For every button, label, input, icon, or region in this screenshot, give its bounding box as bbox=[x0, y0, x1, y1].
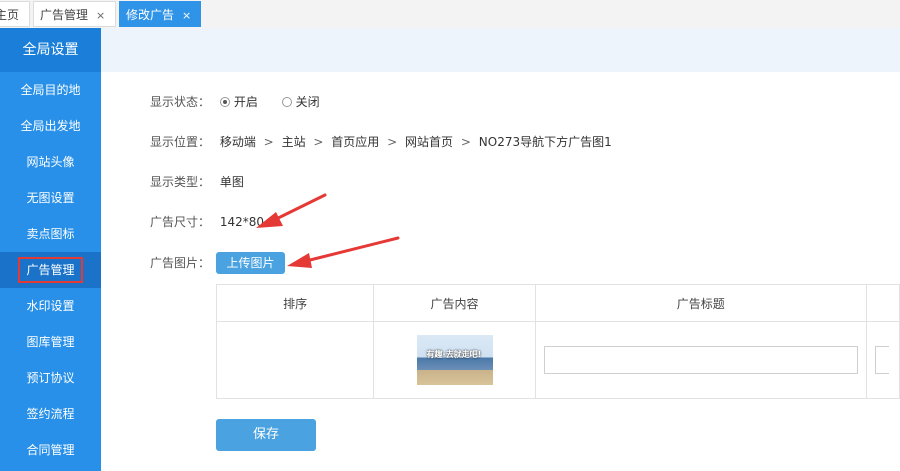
ad-title-input[interactable] bbox=[543, 346, 858, 374]
content-header-band bbox=[101, 28, 900, 72]
sidebar-item-label: 广告管理 bbox=[18, 257, 83, 283]
sidebar-item-label: 全局出发地 bbox=[20, 119, 81, 133]
sidebar-item-contract-management[interactable]: 合同管理 bbox=[0, 432, 101, 468]
tab-label: 修改广告 bbox=[126, 8, 175, 22]
column-header-extra bbox=[865, 284, 900, 322]
image-label: 广告图片： bbox=[150, 256, 211, 270]
close-icon[interactable]: × bbox=[96, 9, 105, 22]
sidebar-item-label: 水印设置 bbox=[26, 299, 75, 313]
extra-cell bbox=[865, 321, 900, 399]
sidebar-item-ad-management[interactable]: 广告管理 bbox=[0, 252, 101, 288]
chevron-right-icon: > bbox=[313, 135, 324, 149]
size-row: 广告尺寸： 142*80 bbox=[150, 212, 264, 232]
status-label: 显示状态： bbox=[150, 95, 211, 109]
sidebar-item-watermark[interactable]: 水印设置 bbox=[0, 288, 101, 324]
tab-home[interactable]: 主页 bbox=[0, 1, 30, 27]
sidebar-item-label: 合同管理 bbox=[26, 443, 75, 457]
position-crumb: 网站首页 bbox=[405, 135, 454, 149]
chevron-right-icon: > bbox=[263, 135, 274, 149]
status-on-text: 开启 bbox=[233, 95, 258, 109]
sidebar-item-global-departure[interactable]: 全局出发地 bbox=[0, 108, 101, 144]
column-header-sort: 排序 bbox=[215, 284, 375, 322]
table-header-row: 排序 广告内容 广告标题 bbox=[215, 284, 900, 322]
sort-cell bbox=[215, 321, 375, 399]
status-option-on[interactable]: 开启 bbox=[219, 95, 258, 109]
sidebar: 全局设置 全局目的地 全局出发地 网站头像 无图设置 卖点图标 广告管理 水印设… bbox=[0, 28, 101, 471]
position-crumb: 主站 bbox=[281, 135, 306, 149]
column-header-content: 广告内容 bbox=[373, 284, 536, 322]
sidebar-item-label: 全局目的地 bbox=[20, 83, 81, 97]
status-row: 显示状态： 开启 关闭 bbox=[150, 92, 340, 112]
sidebar-item-gallery[interactable]: 图库管理 bbox=[0, 324, 101, 360]
arrow-icon-upload bbox=[287, 236, 400, 268]
position-crumb: 首页应用 bbox=[331, 135, 380, 149]
tab-bar: 主页 广告管理 × 修改广告 × bbox=[0, 0, 900, 29]
radio-checked-icon[interactable] bbox=[219, 97, 230, 107]
status-off-text: 关闭 bbox=[295, 95, 320, 109]
column-header-title: 广告标题 bbox=[534, 284, 867, 322]
thumbnail-caption: 有趣·去就走吧! bbox=[426, 350, 482, 359]
sidebar-header: 全局设置 bbox=[0, 28, 101, 72]
extra-input[interactable] bbox=[874, 346, 889, 374]
sidebar-item-label: 无图设置 bbox=[26, 191, 75, 205]
sidebar-item-booking-agreement[interactable]: 预订协议 bbox=[0, 360, 101, 396]
status-option-off[interactable]: 关闭 bbox=[281, 95, 320, 109]
sidebar-item-label: 卖点图标 bbox=[26, 227, 75, 241]
close-icon[interactable]: × bbox=[182, 9, 191, 22]
tab-edit-ad[interactable]: 修改广告 × bbox=[119, 1, 201, 27]
tab-label: 广告管理 bbox=[40, 8, 89, 22]
ad-thumbnail[interactable]: 有趣·去就走吧! bbox=[416, 335, 493, 385]
tab-ad-management[interactable]: 广告管理 × bbox=[33, 1, 116, 27]
sidebar-item-label: 图库管理 bbox=[26, 335, 75, 349]
size-label: 广告尺寸： bbox=[150, 215, 211, 229]
upload-image-button[interactable]: 上传图片 bbox=[216, 252, 285, 274]
tab-label: 主页 bbox=[0, 8, 20, 22]
arrow-icon-size bbox=[256, 193, 327, 228]
sidebar-item-label: 预订协议 bbox=[26, 371, 75, 385]
content-cell: 有趣·去就走吧! bbox=[373, 321, 536, 399]
title-cell bbox=[534, 321, 867, 399]
size-value: 142*80 bbox=[219, 215, 265, 229]
position-crumb: NO273导航下方广告图1 bbox=[478, 135, 612, 149]
type-label: 显示类型： bbox=[150, 175, 211, 189]
position-row: 显示位置： 移动端 > 主站 > 首页应用 > 网站首页 > NO273导航下方… bbox=[150, 132, 612, 152]
sidebar-item-signing-process[interactable]: 签约流程 bbox=[0, 396, 101, 432]
position-crumb: 移动端 bbox=[219, 135, 256, 149]
sidebar-item-label: 网站头像 bbox=[26, 155, 75, 169]
sidebar-item-site-avatar[interactable]: 网站头像 bbox=[0, 144, 101, 180]
chevron-right-icon: > bbox=[460, 135, 471, 149]
type-value: 单图 bbox=[219, 175, 244, 189]
save-button[interactable]: 保存 bbox=[216, 419, 316, 451]
table-row: 有趣·去就走吧! bbox=[215, 321, 900, 399]
sidebar-item-label: 签约流程 bbox=[26, 407, 75, 421]
sidebar-item-global-destination[interactable]: 全局目的地 bbox=[0, 72, 101, 108]
sidebar-item-selling-icons[interactable]: 卖点图标 bbox=[0, 216, 101, 252]
radio-unchecked-icon[interactable] bbox=[281, 97, 292, 107]
sidebar-item-no-image[interactable]: 无图设置 bbox=[0, 180, 101, 216]
ad-table: 排序 广告内容 广告标题 有趣·去就走吧! bbox=[215, 284, 900, 399]
chevron-right-icon: > bbox=[387, 135, 398, 149]
position-label: 显示位置： bbox=[150, 135, 211, 149]
image-row: 广告图片： bbox=[150, 253, 216, 273]
type-row: 显示类型： 单图 bbox=[150, 172, 244, 192]
